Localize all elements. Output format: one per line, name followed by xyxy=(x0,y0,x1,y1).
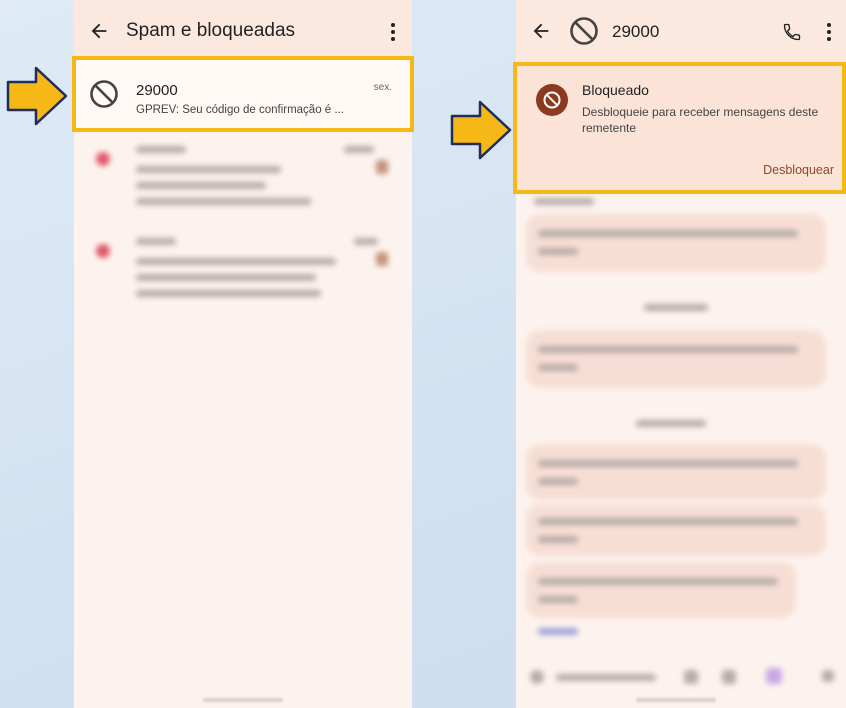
more-vert-icon[interactable] xyxy=(390,22,396,42)
blurred-list-item xyxy=(74,232,412,312)
home-indicator xyxy=(636,698,716,702)
top-app-bar: Spam e bloqueadas xyxy=(74,0,412,66)
conversation-preview: GPREV: Seu código de confirmação é ... xyxy=(136,104,344,116)
blurred-messages xyxy=(516,190,846,708)
blocked-icon xyxy=(90,80,118,108)
back-arrow-icon[interactable] xyxy=(88,20,110,42)
unblock-button[interactable]: Desbloquear xyxy=(763,163,834,177)
spam-blocked-screen: Spam e bloqueadas 29000 sex. GPREV: Seu … xyxy=(74,0,412,708)
blocked-badge-icon xyxy=(536,84,568,116)
blocked-description: Desbloqueie para receber mensagens deste… xyxy=(582,105,819,135)
blocked-title: Bloqueado xyxy=(582,82,649,98)
pointer-arrow-right xyxy=(450,100,512,160)
more-vert-icon[interactable] xyxy=(826,22,832,42)
conversation-item[interactable]: 29000 sex. GPREV: Seu código de confirma… xyxy=(74,60,412,130)
blocked-notice-card: Bloqueado Desbloqueie para receber mensa… xyxy=(516,66,846,190)
blurred-list-item xyxy=(74,140,412,220)
conversation-date: sex. xyxy=(373,82,392,93)
home-indicator xyxy=(203,698,283,702)
page-title: Spam e bloqueadas xyxy=(126,20,296,41)
conversation-screen: 29000 Bloqueado Desbloqueie para receber… xyxy=(516,0,846,708)
top-app-bar: 29000 xyxy=(516,0,846,66)
contact-title: 29000 xyxy=(612,22,660,41)
blocked-icon xyxy=(570,17,598,45)
phone-call-icon[interactable] xyxy=(782,22,802,42)
pointer-arrow-left xyxy=(6,66,68,126)
back-arrow-icon[interactable] xyxy=(530,20,552,42)
conversation-name: 29000 xyxy=(136,82,178,99)
